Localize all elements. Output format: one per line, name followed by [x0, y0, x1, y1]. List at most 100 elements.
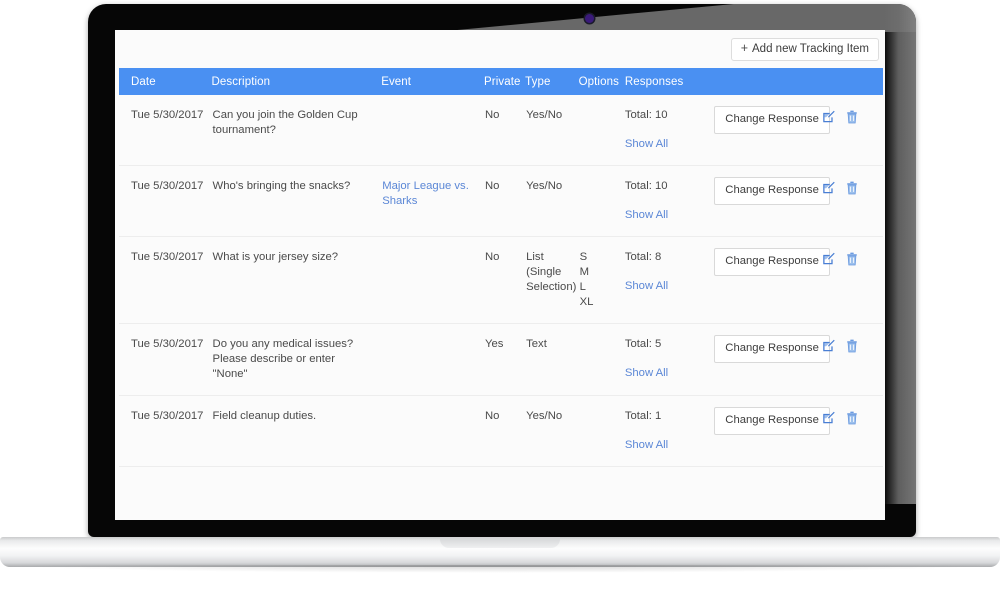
- column-header-event[interactable]: Event: [381, 68, 484, 95]
- column-header-date[interactable]: Date: [119, 68, 212, 95]
- change-response-button[interactable]: Change Response: [714, 106, 830, 134]
- tracking-items-table: Date Description Event Private Type Opti…: [119, 68, 883, 467]
- cell-date: Tue 5/30/2017: [119, 236, 212, 324]
- cell-options: S M L XL: [578, 236, 625, 324]
- cell-type: Yes/No: [525, 395, 579, 467]
- response-total: Total: 10: [624, 180, 668, 192]
- laptop-mockup: + Add new Tracking Item Date Description…: [0, 0, 1000, 590]
- edit-icon-glyph: [823, 411, 835, 424]
- screen: + Add new Tracking Item Date Description…: [115, 30, 885, 520]
- trash-icon[interactable]: [846, 339, 858, 353]
- cell-date: Tue 5/30/2017: [119, 323, 212, 396]
- tracking-items-app: + Add new Tracking Item Date Description…: [115, 30, 885, 520]
- change-response-button[interactable]: Change Response: [714, 248, 830, 276]
- column-header-responses[interactable]: Responses: [624, 68, 714, 95]
- row-action-icons: [822, 179, 882, 195]
- show-all-link[interactable]: Show All: [625, 209, 668, 221]
- cell-type: Text: [525, 323, 579, 396]
- cell-description: Field cleanup duties.: [211, 395, 382, 467]
- change-response-button[interactable]: Change Response: [714, 335, 830, 363]
- column-header-icons: [821, 68, 883, 95]
- trash-icon[interactable]: [846, 252, 858, 266]
- edit-icon[interactable]: [822, 252, 835, 265]
- option-value: S: [579, 251, 588, 263]
- cell-options: [578, 395, 625, 467]
- cell-type: Yes/No: [525, 95, 579, 166]
- cell-date: Tue 5/30/2017: [119, 395, 212, 467]
- cell-row-actions: [821, 165, 883, 237]
- cell-options: [578, 323, 625, 396]
- column-header-description[interactable]: Description: [211, 68, 382, 95]
- row-action-icons: [822, 108, 882, 124]
- cell-responses: Total: 5 Show All: [624, 323, 714, 396]
- trash-icon-glyph: [847, 411, 858, 425]
- option-value: L: [579, 281, 586, 293]
- edit-icon[interactable]: [822, 110, 835, 123]
- trash-icon-glyph: [847, 252, 858, 266]
- table-header-row: Date Description Event Private Type Opti…: [119, 68, 883, 95]
- cell-date: Tue 5/30/2017: [119, 95, 212, 166]
- row-action-icons: [822, 337, 882, 353]
- trash-icon[interactable]: [846, 110, 858, 124]
- edit-icon-glyph: [823, 181, 835, 194]
- cell-private: No: [484, 95, 526, 166]
- show-all-link[interactable]: Show All: [625, 138, 668, 150]
- lid-highlight: [436, 4, 916, 32]
- edit-icon[interactable]: [822, 339, 835, 352]
- column-header-private[interactable]: Private: [484, 68, 526, 95]
- cell-action: Change Response: [713, 236, 830, 324]
- table-row: Tue 5/30/2017 Do you any medical issues? …: [119, 323, 883, 396]
- trash-icon[interactable]: [846, 411, 858, 425]
- laptop-base: [0, 537, 1000, 567]
- cell-responses: Total: 1 Show All: [624, 395, 714, 467]
- show-all-link[interactable]: Show All: [625, 280, 668, 292]
- cell-responses: Total: 8 Show All: [624, 236, 714, 324]
- change-response-button[interactable]: Change Response: [714, 407, 830, 435]
- table-row: Tue 5/30/2017 Who's bringing the snacks? M…: [119, 165, 883, 237]
- row-action-icons: [822, 250, 882, 266]
- cell-private: No: [484, 395, 526, 467]
- cell-row-actions: [821, 236, 883, 324]
- cell-date: Tue 5/30/2017: [119, 165, 212, 237]
- cell-private: Yes: [484, 323, 526, 396]
- laptop-lid: + Add new Tracking Item Date Description…: [88, 4, 916, 537]
- show-all-link[interactable]: Show All: [625, 439, 668, 451]
- edit-icon[interactable]: [822, 181, 835, 194]
- response-total: Total: 10: [624, 109, 668, 121]
- cell-private: No: [484, 165, 526, 237]
- cell-action: Change Response: [713, 165, 830, 237]
- column-header-options[interactable]: Options: [578, 68, 625, 95]
- option-value: M: [579, 266, 590, 278]
- add-new-tracking-item-button[interactable]: + Add new Tracking Item: [730, 37, 879, 61]
- trash-icon[interactable]: [846, 181, 858, 195]
- cell-event: [381, 95, 484, 166]
- row-action-icons: [822, 409, 882, 425]
- change-response-button[interactable]: Change Response: [714, 177, 830, 205]
- cell-action: Change Response: [713, 95, 830, 166]
- cell-event: [381, 395, 484, 467]
- response-total: Total: 1: [624, 410, 662, 422]
- table-body: Tue 5/30/2017 Can you join the Golden Cup…: [119, 95, 883, 467]
- cell-private: No: [484, 236, 526, 324]
- cell-action: Change Response: [713, 323, 830, 396]
- cell-responses: Total: 10 Show All: [624, 165, 714, 237]
- response-total: Total: 8: [624, 251, 662, 263]
- laptop-shadow: [8, 565, 992, 573]
- cell-event: [381, 323, 484, 396]
- table-row: Tue 5/30/2017 Field cleanup duties. No Yes/…: [119, 395, 883, 467]
- table-row: Tue 5/30/2017 What is your jersey size? No…: [119, 236, 883, 324]
- table-header: Date Description Event Private Type Opti…: [119, 68, 883, 95]
- event-link[interactable]: Major League vs. Sharks: [382, 180, 469, 207]
- cell-type: List (Single Selection): [525, 236, 579, 324]
- cell-responses: Total: 10 Show All: [624, 95, 714, 166]
- cell-options: [578, 165, 625, 237]
- edit-icon[interactable]: [822, 411, 835, 424]
- cell-description: Who's bringing the snacks?: [211, 165, 382, 237]
- cell-event: [381, 236, 484, 324]
- show-all-link[interactable]: Show All: [625, 367, 668, 379]
- cell-description: What is your jersey size?: [211, 236, 382, 324]
- cell-type: Yes/No: [525, 165, 579, 237]
- column-header-type[interactable]: Type: [525, 68, 579, 95]
- cell-description: Can you join the Golden Cup tournament?: [211, 95, 382, 166]
- lid-highlight-right: [884, 4, 916, 504]
